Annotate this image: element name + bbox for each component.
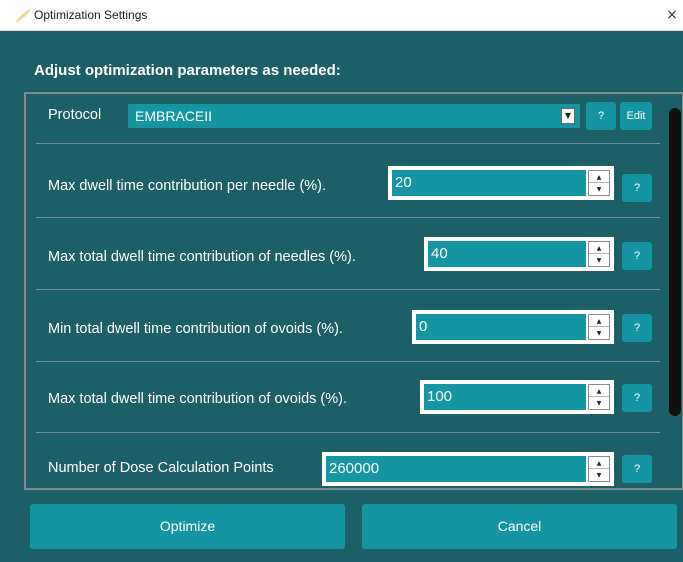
settings-panel: Protocol EMBRACEII ▼ ? Edit Max dwell ti… [24,92,683,490]
protocol-label: Protocol [48,107,102,123]
spin-up-icon[interactable]: ▲ [589,385,609,397]
param-label-max-total-needles: Max total dwell time contribution of nee… [48,249,356,265]
param-label-dose-calc-points: Number of Dose Calculation Points [48,460,274,476]
page-heading: Adjust optimization parameters as needed… [34,62,341,79]
scrollbar[interactable] [669,108,681,416]
help-button-max-dwell-per-needle[interactable]: ? [622,174,652,202]
param-label-min-total-ovoids: Min total dwell time contribution of ovo… [48,321,343,337]
min-total-ovoids-stepper[interactable]: 0 ▲ ▼ [412,310,614,344]
close-icon[interactable]: × [661,0,683,30]
spinner-buttons[interactable]: ▲ ▼ [588,456,610,482]
max-dwell-per-needle-input[interactable]: 20 [392,170,586,196]
protocol-dropdown[interactable]: EMBRACEII ▼ [128,104,580,128]
protocol-edit-button[interactable]: Edit [620,102,652,130]
optimize-button[interactable]: Optimize [30,504,345,549]
spin-down-icon[interactable]: ▼ [589,254,609,266]
spinner-buttons[interactable]: ▲ ▼ [588,170,610,196]
max-total-ovoids-input[interactable]: 100 [424,384,586,410]
divider [36,361,660,362]
max-total-needles-input[interactable]: 40 [428,241,586,267]
max-dwell-per-needle-stepper[interactable]: 20 ▲ ▼ [388,166,614,200]
divider [36,143,660,144]
spin-up-icon[interactable]: ▲ [589,315,609,327]
divider [36,217,660,218]
spinner-buttons[interactable]: ▲ ▼ [588,314,610,340]
param-label-max-dwell-per-needle: Max dwell time contribution per needle (… [48,178,327,194]
help-button-max-total-ovoids[interactable]: ? [622,384,652,412]
optimization-settings-window: Optimization Settings × Adjust optimizat… [0,0,683,562]
protocol-selected-value: EMBRACEII [135,108,213,124]
max-total-ovoids-stepper[interactable]: 100 ▲ ▼ [420,380,614,414]
param-label-max-total-ovoids: Max total dwell time contribution of ovo… [48,391,347,407]
help-button-max-total-needles[interactable]: ? [622,242,652,270]
dose-calc-points-stepper[interactable]: 260000 ▲ ▼ [322,452,614,486]
spin-up-icon[interactable]: ▲ [589,242,609,254]
spin-down-icon[interactable]: ▼ [589,469,609,481]
dose-calc-points-input[interactable]: 260000 [326,456,586,482]
chevron-down-icon[interactable]: ▼ [561,108,575,124]
spinner-buttons[interactable]: ▲ ▼ [588,241,610,267]
feather-icon [14,7,34,23]
spin-down-icon[interactable]: ▼ [589,397,609,409]
title-bar: Optimization Settings × [0,0,683,31]
min-total-ovoids-input[interactable]: 0 [416,314,586,340]
spinner-buttons[interactable]: ▲ ▼ [588,384,610,410]
divider [36,289,660,290]
divider [36,432,660,433]
help-button-min-total-ovoids[interactable]: ? [622,314,652,342]
spin-down-icon[interactable]: ▼ [589,183,609,195]
window-title: Optimization Settings [34,8,148,22]
spin-down-icon[interactable]: ▼ [589,327,609,339]
spin-up-icon[interactable]: ▲ [589,171,609,183]
cancel-button[interactable]: Cancel [362,504,677,549]
protocol-help-button[interactable]: ? [586,102,616,130]
spin-up-icon[interactable]: ▲ [589,457,609,469]
help-button-dose-calc-points[interactable]: ? [622,455,652,483]
max-total-needles-stepper[interactable]: 40 ▲ ▼ [424,237,614,271]
